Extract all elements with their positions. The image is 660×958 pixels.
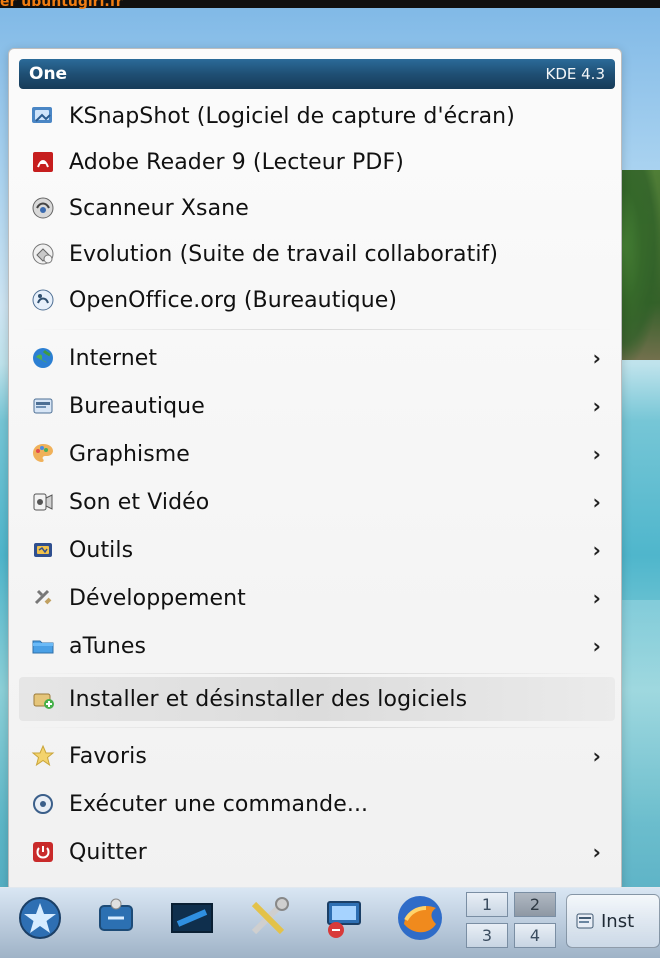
monitor-icon xyxy=(318,892,370,948)
firefox-icon xyxy=(392,890,448,950)
evolution-icon xyxy=(29,240,57,268)
menu-item-developpement[interactable]: Développement › xyxy=(19,575,615,621)
menu-item-label: Favoris xyxy=(69,743,147,769)
menu-item-label: Scanneur Xsane xyxy=(69,195,249,221)
chevron-right-icon: › xyxy=(592,490,601,514)
menu-item-adobe-reader[interactable]: Adobe Reader 9 (Lecteur PDF) xyxy=(19,139,615,185)
kde-star-icon xyxy=(16,894,64,946)
menu-item-atunes[interactable]: aTunes › xyxy=(19,623,615,669)
tools-cross-icon xyxy=(242,892,294,948)
desktop: er ubuntugirl.fr One KDE 4.3 KSnapShot (… xyxy=(0,0,660,958)
usb-device-button[interactable] xyxy=(86,890,146,950)
menu-item-label: Installer et désinstaller des logiciels xyxy=(69,686,468,712)
remote-desktop-button[interactable] xyxy=(314,890,374,950)
top-fragment-text: er ubuntugirl.fr xyxy=(0,0,123,10)
pager-desktop-4[interactable]: 4 xyxy=(514,923,556,948)
menu-divider xyxy=(19,727,615,728)
menu-item-evolution[interactable]: Evolution (Suite de travail collaboratif… xyxy=(19,231,615,277)
internet-globe-icon xyxy=(29,344,57,372)
ksnapshot-icon xyxy=(29,102,57,130)
desktop-pager[interactable]: 1 2 3 4 xyxy=(466,892,556,948)
openoffice-icon xyxy=(29,286,57,314)
menu-item-quitter[interactable]: Quitter › xyxy=(19,829,615,875)
chevron-right-icon: › xyxy=(592,634,601,658)
menu-item-internet[interactable]: Internet › xyxy=(19,335,615,381)
chevron-right-icon: › xyxy=(592,346,601,370)
menu-item-son-video[interactable]: Son et Vidéo › xyxy=(19,479,615,525)
kde-launcher-button[interactable] xyxy=(10,890,70,950)
menu-item-run-command[interactable]: Exécuter une commande... xyxy=(19,781,615,827)
scanner-icon xyxy=(29,194,57,222)
menu-item-label: Bureautique xyxy=(69,393,205,419)
menu-item-bureautique[interactable]: Bureautique › xyxy=(19,383,615,429)
menu-item-label: Adobe Reader 9 (Lecteur PDF) xyxy=(69,149,404,175)
menu-header: One KDE 4.3 xyxy=(19,59,615,89)
chevron-right-icon: › xyxy=(592,744,601,768)
menu-item-label: Outils xyxy=(69,537,134,563)
graphics-palette-icon xyxy=(29,440,57,468)
menu-item-ksnapshot[interactable]: KSnapShot (Logiciel de capture d'écran) xyxy=(19,93,615,139)
office-icon xyxy=(29,392,57,420)
menu-divider xyxy=(19,673,615,674)
taskbar-task-install[interactable]: Inst xyxy=(566,894,660,948)
tools-icon xyxy=(29,536,57,564)
menu-item-label: KSnapShot (Logiciel de capture d'écran) xyxy=(69,103,515,129)
menu-item-graphisme[interactable]: Graphisme › xyxy=(19,431,615,477)
menu-item-label: Graphisme xyxy=(69,441,190,467)
chevron-right-icon: › xyxy=(592,394,601,418)
kde-version: KDE 4.3 xyxy=(545,65,606,83)
menu-item-label: Quitter xyxy=(69,839,147,865)
taskbar: 1 2 3 4 Inst xyxy=(0,887,660,958)
menu-item-label: Evolution (Suite de travail collaboratif… xyxy=(69,241,499,267)
chevron-right-icon: › xyxy=(592,840,601,864)
usb-device-icon xyxy=(92,894,140,946)
menu-item-favoris[interactable]: Favoris › xyxy=(19,733,615,779)
menu-item-label: Exécuter une commande... xyxy=(69,791,369,817)
menu-item-openoffice[interactable]: OpenOffice.org (Bureautique) xyxy=(19,277,615,323)
menu-item-label: OpenOffice.org (Bureautique) xyxy=(69,287,398,313)
menu-title: One xyxy=(29,64,68,84)
menu-divider xyxy=(19,329,615,330)
menu-item-label: Internet xyxy=(69,345,158,371)
chevron-right-icon: › xyxy=(592,586,601,610)
power-icon xyxy=(29,838,57,866)
menu-item-label: aTunes xyxy=(69,633,147,659)
task-label: Inst xyxy=(601,910,635,932)
folder-icon xyxy=(29,632,57,660)
adobe-reader-icon xyxy=(29,148,57,176)
run-command-icon xyxy=(29,790,57,818)
chevron-right-icon: › xyxy=(592,538,601,562)
terminal-button[interactable] xyxy=(162,890,222,950)
menu-item-install-remove[interactable]: Installer et désinstaller des logiciels xyxy=(19,677,615,721)
menu-item-label: Développement xyxy=(69,585,246,611)
task-app-icon xyxy=(575,911,595,931)
application-menu: One KDE 4.3 KSnapShot (Logiciel de captu… xyxy=(8,48,622,892)
pager-desktop-2[interactable]: 2 xyxy=(514,892,556,917)
development-icon xyxy=(29,584,57,612)
menu-item-label: Son et Vidéo xyxy=(69,489,210,515)
multimedia-icon xyxy=(29,488,57,516)
menu-list: KSnapShot (Logiciel de capture d'écran) … xyxy=(19,91,615,881)
menu-item-xsane[interactable]: Scanneur Xsane xyxy=(19,185,615,231)
installer-icon xyxy=(29,685,57,713)
firefox-button[interactable] xyxy=(390,890,450,950)
top-edge: er ubuntugirl.fr xyxy=(0,0,660,10)
settings-tools-button[interactable] xyxy=(238,890,298,950)
menu-item-outils[interactable]: Outils › xyxy=(19,527,615,573)
pager-desktop-3[interactable]: 3 xyxy=(466,923,508,948)
star-icon xyxy=(29,742,57,770)
pager-desktop-1[interactable]: 1 xyxy=(466,892,508,917)
terminal-icon xyxy=(166,894,218,946)
chevron-right-icon: › xyxy=(592,442,601,466)
